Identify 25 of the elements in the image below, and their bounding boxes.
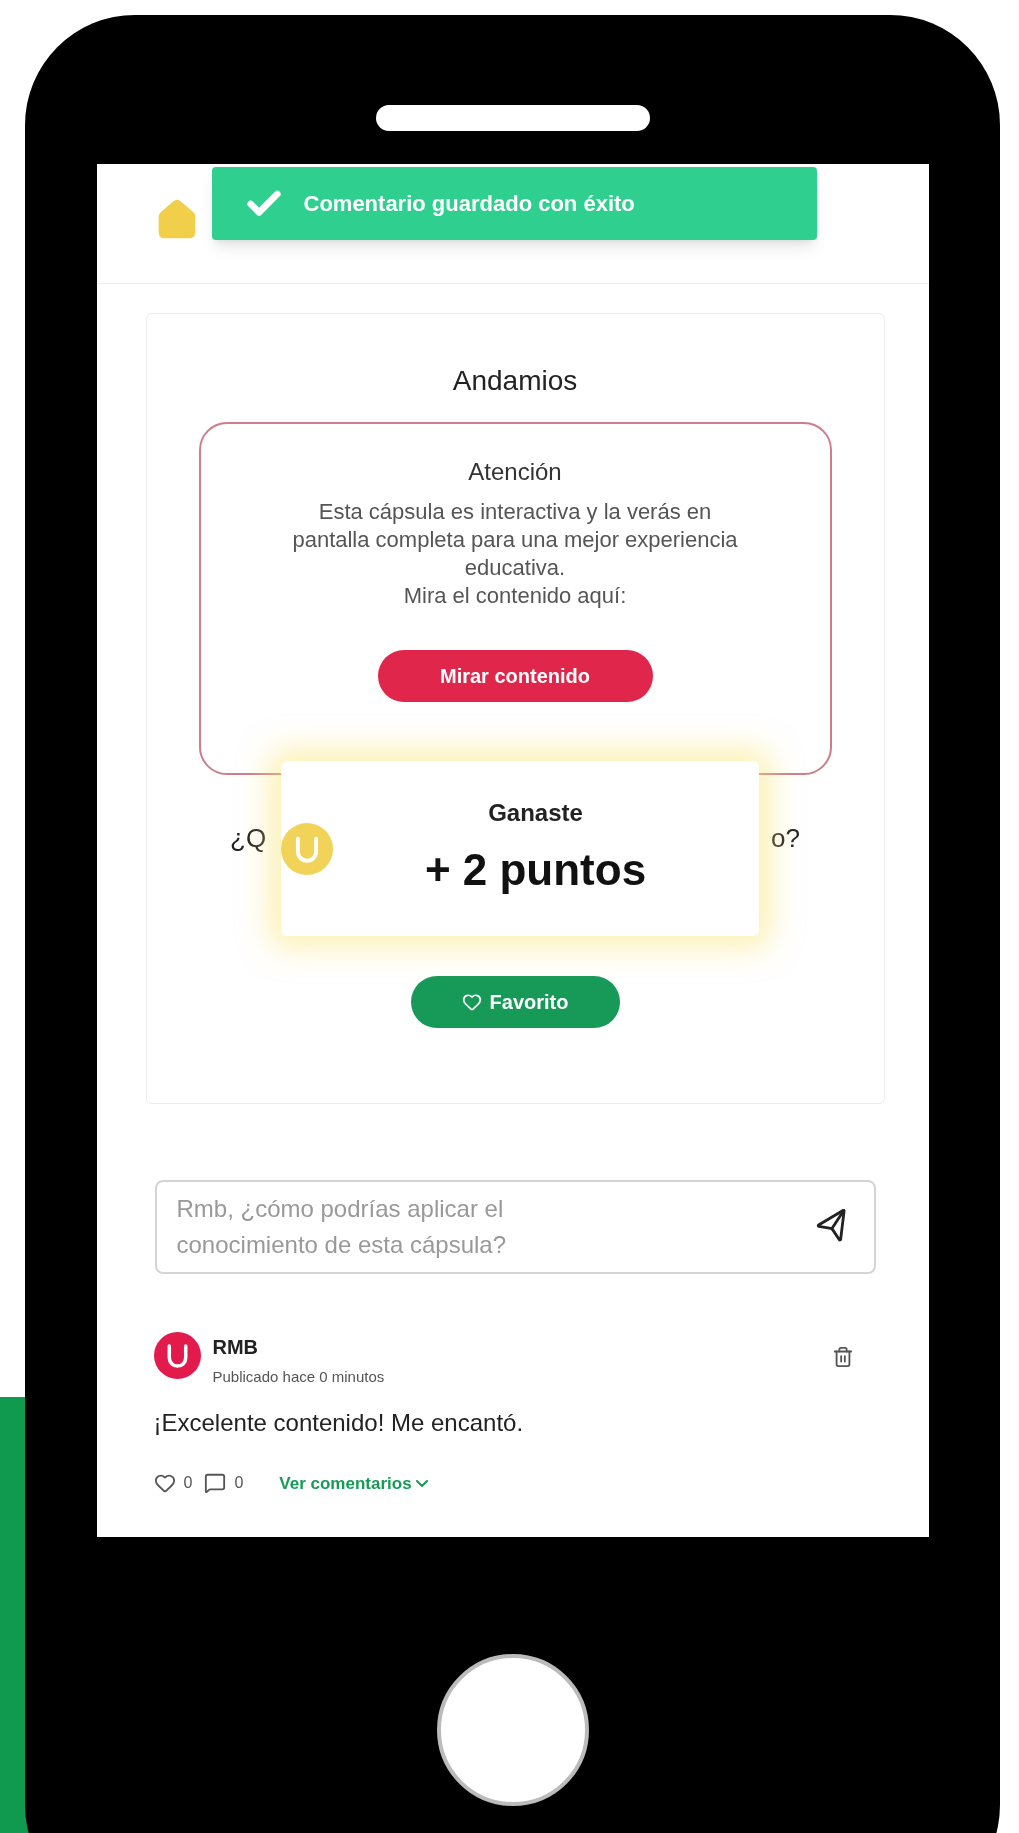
comment-input[interactable]: Rmb, ¿cómo podrías aplicar el conocimiento de esta cápsula? [154, 1180, 876, 1274]
question-text: ¿Q [230, 822, 267, 855]
notice-heading: Atención [468, 457, 562, 487]
like-icon[interactable] [153, 1472, 176, 1495]
avatar-icon [153, 1332, 201, 1379]
comment-icon[interactable] [204, 1472, 227, 1495]
comment-author: RMB [212, 1335, 260, 1360]
card-title: Andamios [452, 364, 578, 398]
comment-text: ¡Excelente contenido! Me encantó. [153, 1407, 525, 1438]
question-text: o? [771, 822, 800, 855]
toast-message: Comentario guardado con éxito [303, 190, 635, 218]
like-count: 0 [183, 1473, 193, 1494]
chevron-icon [415, 1479, 428, 1487]
favorite-button[interactable]: Favorito [410, 976, 620, 1028]
view-content-button[interactable]: Mirar contenido [377, 650, 653, 702]
notice-prompt: Mira el contenido aquí: [403, 582, 627, 610]
points-text: + 2 puntos [424, 843, 647, 896]
reply-count: 0 [234, 1473, 244, 1494]
view-comments-link[interactable]: Ver comentarios [279, 1470, 428, 1496]
comment-textarea[interactable]: Rmb, ¿cómo podrías aplicar el conocimiento de esta cápsula? [176, 1187, 577, 1267]
trash-icon[interactable] [831, 1346, 854, 1368]
heart-icon [461, 992, 482, 1012]
comment-time: Publicado hace 0 minutos [212, 1367, 386, 1387]
popup-title: Ganaste [488, 797, 583, 828]
notice-text: Esta cápsula es interactiva y la verás en pantalla completa para una mejor experiencia educativa. [291, 498, 739, 582]
